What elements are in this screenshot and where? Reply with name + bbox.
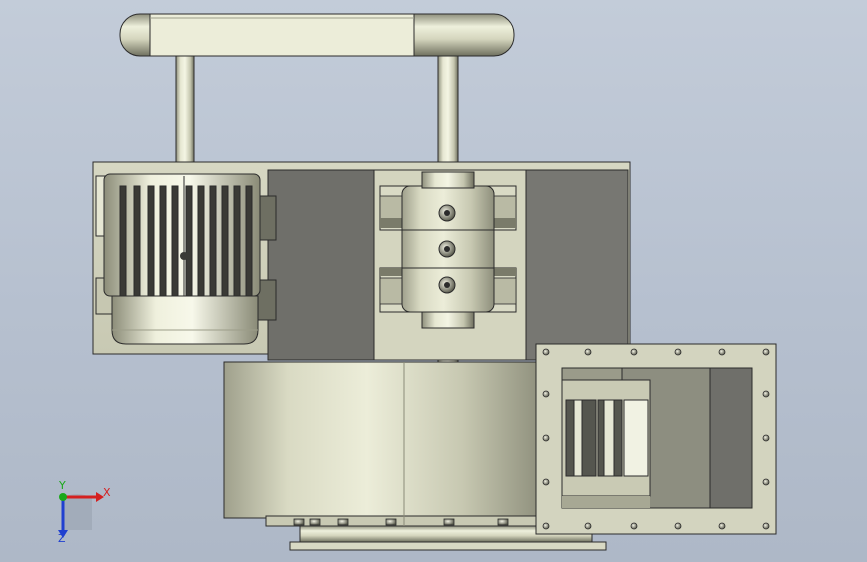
cad-3d-viewport[interactable]: X Y Z (0, 0, 867, 562)
left-drive-shaft[interactable] (175, 55, 195, 173)
belt-guard[interactable] (119, 13, 515, 57)
z-axis-label: Z (58, 532, 66, 545)
electric-motor[interactable] (95, 173, 277, 345)
impeller-blades (565, 399, 649, 477)
x-axis-label: X (103, 486, 111, 499)
axis-triad[interactable]: X Y Z (58, 479, 111, 545)
y-axis-dot (59, 493, 67, 501)
set-screw-icon (438, 204, 456, 294)
y-axis-label: Y (58, 479, 66, 492)
